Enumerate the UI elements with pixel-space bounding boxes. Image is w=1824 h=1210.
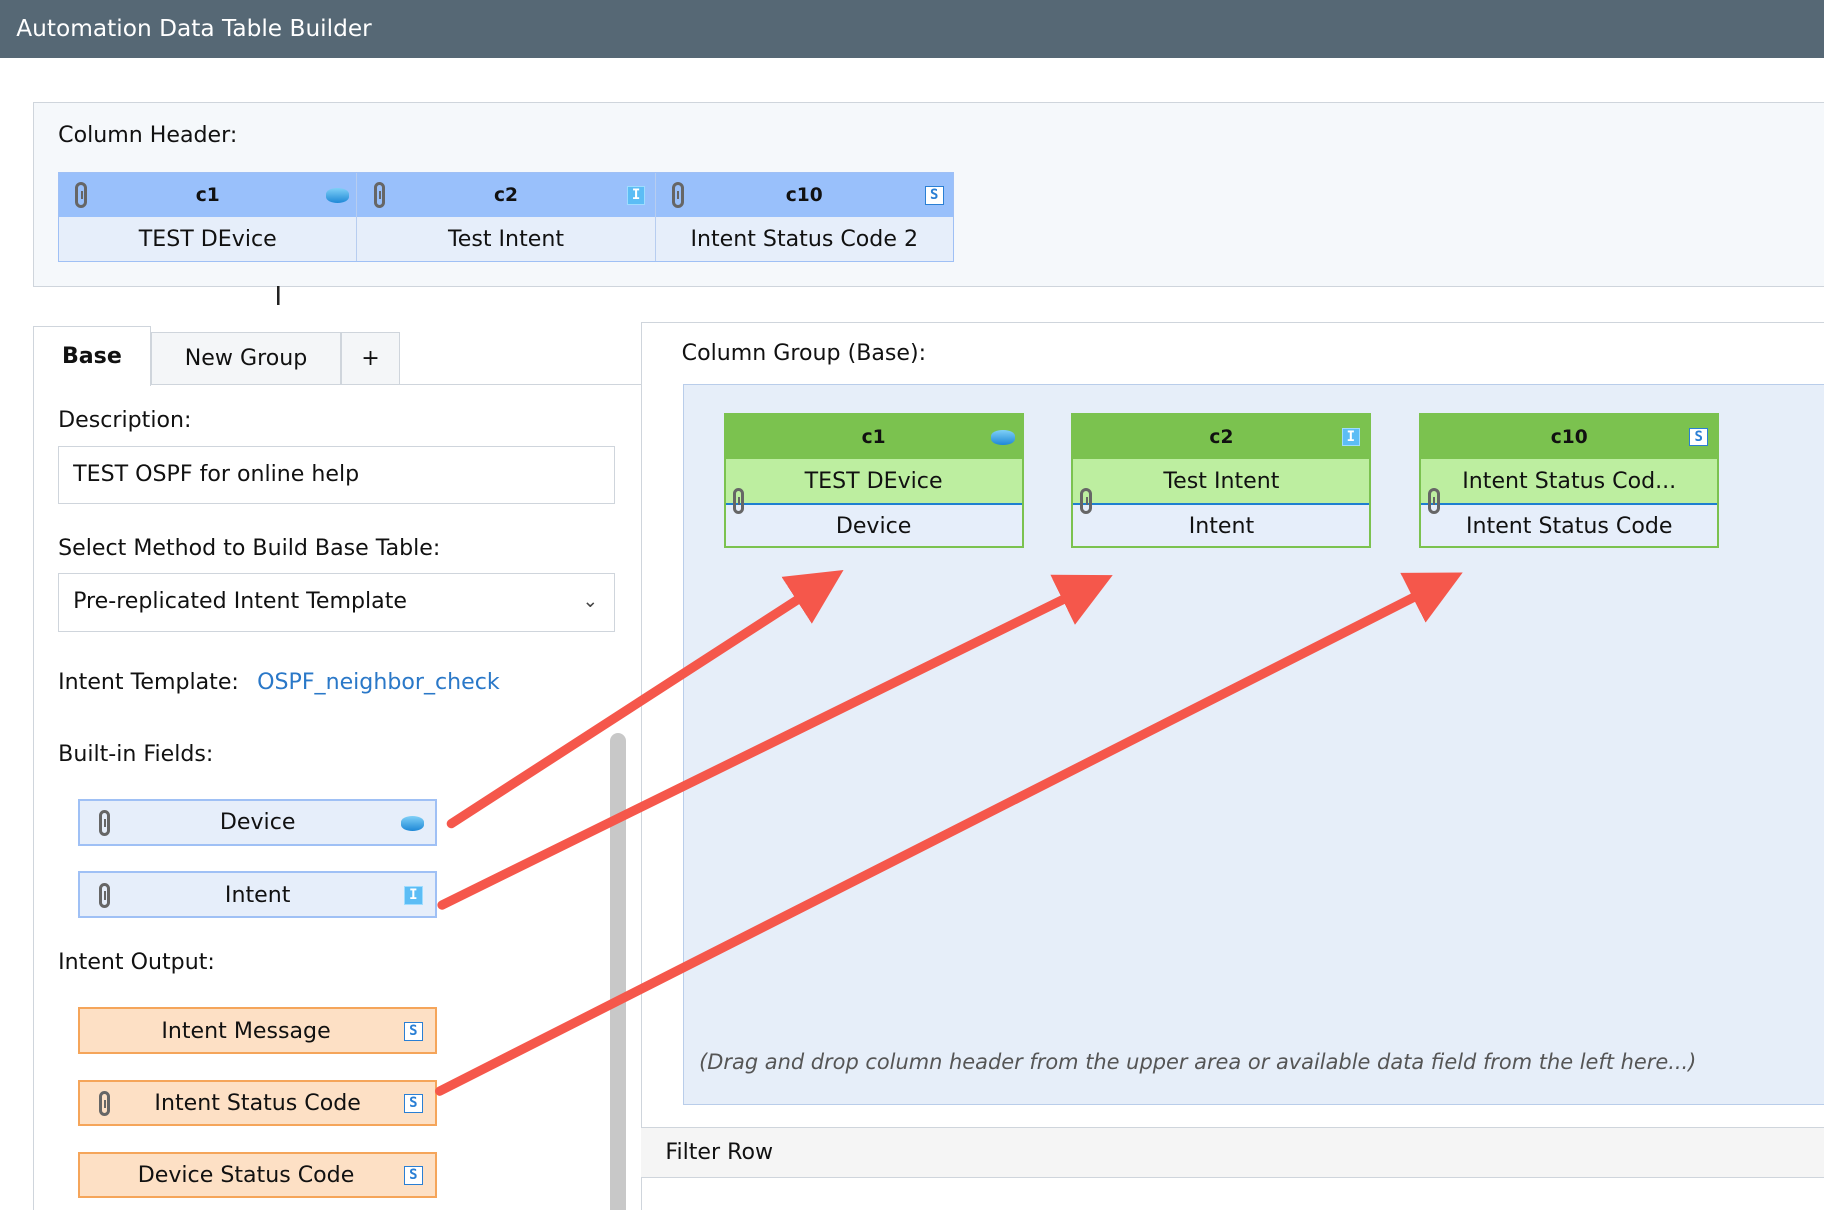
- method-select[interactable]: Pre-replicated Intent Template ⌄: [58, 573, 616, 632]
- group-card-c2[interactable]: c2 I Test Intent Intent: [1071, 412, 1372, 548]
- column-group-label: Column Group (Base):: [681, 339, 927, 366]
- column-header-c1[interactable]: c1 TEST DEvice: [59, 173, 358, 261]
- window-title: Automation Data Table Builder: [0, 0, 1824, 59]
- tab-base[interactable]: Base: [32, 325, 152, 387]
- builtin-fields-label: Built-in Fields:: [58, 741, 214, 767]
- group-card-c10[interactable]: c10 S Intent Status Cod... Intent Status …: [1419, 412, 1720, 548]
- field-device-status-code[interactable]: Device Status Code S: [77, 1151, 438, 1199]
- method-label: Select Method to Build Base Table:: [58, 535, 441, 562]
- field-label: Device Status Code: [137, 1161, 355, 1188]
- link-icon: [1080, 488, 1092, 514]
- column-header-table: c1 TEST DEvice c2 I Test Intent c10 S Inte…: [58, 172, 954, 262]
- dropzone-hint: (Drag and drop column header from the up…: [699, 1050, 1697, 1075]
- column-name: Test Intent: [357, 217, 655, 261]
- intent-type-icon: I: [626, 185, 646, 205]
- field-device[interactable]: Device: [77, 799, 438, 846]
- field-intent[interactable]: Intent I: [77, 871, 438, 918]
- description-label: Description:: [58, 407, 192, 434]
- string-type-icon: S: [403, 1166, 423, 1186]
- group-card-c1[interactable]: c1 TEST DEvice Device: [723, 412, 1024, 548]
- router-icon: [400, 816, 424, 832]
- chevron-down-icon: ⌄: [582, 591, 599, 613]
- link-icon[interactable]: [75, 182, 88, 209]
- method-selected-value: Pre-replicated Intent Template: [73, 588, 407, 615]
- intent-type-icon: I: [403, 886, 423, 905]
- link-icon: [1428, 488, 1440, 514]
- intent-type-icon: I: [1341, 427, 1361, 447]
- add-tab-button[interactable]: +: [340, 331, 401, 384]
- field-label: Intent: [224, 881, 291, 908]
- field-intent-status-code[interactable]: Intent Status Code S: [77, 1079, 438, 1127]
- string-type-icon: S: [403, 1094, 423, 1113]
- divider: [151, 383, 641, 385]
- scrollbar[interactable]: [609, 732, 626, 1210]
- intent-template-label: Intent Template:: [58, 668, 239, 695]
- link-icon[interactable]: [373, 182, 386, 209]
- description-input[interactable]: TEST OSPF for online help: [58, 445, 616, 504]
- field-label: Device: [219, 809, 296, 836]
- column-name: Intent Status Code 2: [655, 217, 953, 261]
- string-type-icon: S: [403, 1022, 423, 1041]
- column-header-label: Column Header:: [58, 122, 238, 149]
- card-name: Intent Status Cod...: [1421, 459, 1718, 506]
- card-id: c10: [1550, 426, 1588, 448]
- card-name: TEST DEvice: [725, 459, 1022, 506]
- link-icon: [98, 882, 111, 909]
- link-icon: [732, 488, 745, 514]
- text-cursor-icon: I: [274, 281, 283, 312]
- string-type-icon: S: [924, 185, 944, 205]
- link-icon[interactable]: [671, 182, 684, 209]
- app-root: Automation Data Table Builder Column Hea…: [0, 0, 1824, 1210]
- card-field: Intent: [1188, 513, 1255, 540]
- column-name: TEST DEvice: [59, 217, 357, 261]
- filter-row[interactable]: Filter Row: [640, 1127, 1824, 1179]
- column-id: c2: [494, 184, 518, 206]
- link-icon: [98, 1090, 111, 1117]
- card-name: Test Intent: [1073, 459, 1370, 506]
- card-id: c1: [861, 426, 886, 448]
- intent-template-link[interactable]: OSPF_neighbor_check: [257, 669, 500, 695]
- card-id: c2: [1209, 426, 1234, 448]
- link-icon: [98, 810, 111, 837]
- field-label: Intent Message: [161, 1017, 331, 1044]
- column-id: c10: [785, 184, 823, 206]
- intent-output-label: Intent Output:: [58, 949, 215, 976]
- column-header-c10[interactable]: c10 S Intent Status Code 2: [655, 173, 953, 261]
- field-intent-message[interactable]: Intent Message S: [77, 1007, 438, 1054]
- router-icon: [991, 430, 1015, 446]
- card-field: Intent Status Code: [1466, 513, 1673, 540]
- tab-new-group[interactable]: New Group: [151, 331, 341, 384]
- column-id: c1: [195, 184, 220, 206]
- field-label: Intent Status Code: [154, 1089, 361, 1116]
- string-type-icon: S: [1689, 427, 1708, 447]
- router-icon: [326, 188, 350, 204]
- card-field: Device: [835, 513, 912, 540]
- column-header-c2[interactable]: c2 I Test Intent: [357, 173, 656, 261]
